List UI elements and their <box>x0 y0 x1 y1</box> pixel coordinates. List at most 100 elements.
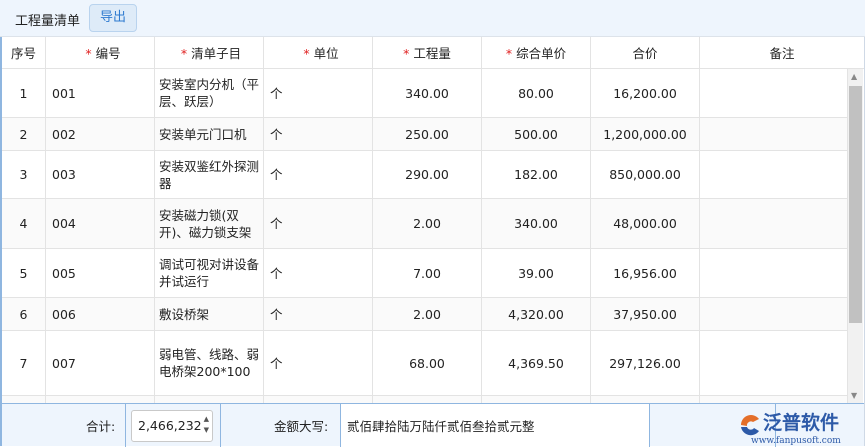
cell-price[interactable]: 182.00 <box>482 151 591 198</box>
cell-item[interactable]: 安装室内分机（平层、跃层） <box>155 69 264 117</box>
cell-unit[interactable]: 个 <box>264 249 373 297</box>
cell-code[interactable] <box>46 396 155 403</box>
table-header: 序号 * 编号 * 清单子目 * 单位 * 工程量 * 综合单价 合价 备注 <box>2 37 864 69</box>
cell-code[interactable]: 004 <box>46 199 155 248</box>
table-body: 1 001 安装室内分机（平层、跃层）个 340.00 80.00 16,200.00 2 0… <box>2 69 848 403</box>
cell-total[interactable]: 48,000.00 <box>591 199 700 248</box>
cell-no[interactable]: 5 <box>2 249 46 297</box>
cell-item[interactable]: 弱电管、线路、弱电桥架200*100 <box>155 331 264 395</box>
cell-code[interactable]: 001 <box>46 69 155 117</box>
cell-code[interactable]: 007 <box>46 331 155 395</box>
cell-price[interactable]: 80.00 <box>482 69 591 117</box>
cell-price[interactable]: 39.00 <box>482 249 591 297</box>
cell-total[interactable]: 850,000.00 <box>591 151 700 198</box>
cell-total[interactable]: 16,956.00 <box>591 249 700 297</box>
svg-text:www.fanpusoft.com: www.fanpusoft.com <box>751 436 841 445</box>
cell-no[interactable]: 1 <box>2 69 46 117</box>
cell-code[interactable]: 005 <box>46 249 155 297</box>
cell-item[interactable]: 敷设桥架 <box>155 298 264 330</box>
spinner-icon[interactable]: ▲ ▼ <box>204 414 209 436</box>
required-star: * <box>180 45 188 61</box>
cell-total[interactable]: 1,200,000.00 <box>591 118 700 150</box>
column-header-5: * 综合单价 <box>482 37 591 69</box>
cell-unit[interactable]: 个 <box>264 118 373 150</box>
vertical-scrollbar[interactable]: ▲ ▼ <box>848 69 863 403</box>
cell-unit[interactable]: 个 <box>264 151 373 198</box>
cell-code[interactable]: 002 <box>46 118 155 150</box>
cell-qty[interactable]: 2.00 <box>373 298 482 330</box>
uppercase-amount-field: 贰佰肆拾陆万陆仟贰佰叁拾贰元整 <box>341 404 649 447</box>
cell-price[interactable]: 500.00 <box>482 118 591 150</box>
column-header-label: 清单子目 <box>191 45 242 61</box>
table-row[interactable]: 4 004 安装磁力锁(双开)、磁力锁支架个 2.00 340.00 48,000.00 <box>2 199 848 249</box>
cell-unit[interactable]: 个 <box>264 69 373 117</box>
cell-no[interactable]: 2 <box>2 118 46 150</box>
column-header-3: * 单位 <box>264 37 373 69</box>
required-star: * <box>303 45 310 61</box>
cell-qty[interactable]: 250.00 <box>373 118 482 150</box>
column-header-label: 备注 <box>769 45 795 61</box>
column-header-label: 综合单价 <box>516 45 567 61</box>
table-row[interactable]: 2 002 安装单元门口机个 250.00 500.00 1,200,000.00 <box>2 118 848 151</box>
scroll-down-icon[interactable]: ▼ <box>851 391 857 400</box>
panel-title: 工程量清单 <box>15 14 81 29</box>
column-header-0: 序号 <box>2 37 46 69</box>
cell-price[interactable]: 4,369.50 <box>482 331 591 395</box>
cell-price[interactable]: 340.00 <box>482 199 591 248</box>
total-label: 合计: <box>86 419 116 434</box>
cell-no[interactable] <box>2 396 46 403</box>
cell-price[interactable]: 4,320.00 <box>482 298 591 330</box>
table-row[interactable]: 3 003 安装双鉴红外探测器个 290.00 182.00 850,000.00 <box>2 151 848 199</box>
table-row[interactable] <box>2 396 848 403</box>
required-star: * <box>85 45 92 61</box>
export-button[interactable]: 导出 <box>89 4 137 32</box>
cell-total[interactable]: 297,126.00 <box>591 331 700 395</box>
toolbar: 工程量清单 导出 <box>0 0 865 37</box>
table-row[interactable]: 6 006 敷设桥架个 2.00 4,320.00 37,950.00 <box>2 298 848 331</box>
total-input[interactable]: 2,466,232 ▲ ▼ <box>131 410 213 442</box>
cell-item[interactable]: 安装双鉴红外探测器 <box>155 151 264 198</box>
cell-unit[interactable]: 个 <box>264 298 373 330</box>
svg-text:泛普软件: 泛普软件 <box>763 411 839 434</box>
cell-qty[interactable]: 68.00 <box>373 331 482 395</box>
cell-qty[interactable]: 290.00 <box>373 151 482 198</box>
column-header-label: 工程量 <box>413 45 451 61</box>
cell-note[interactable] <box>700 199 848 248</box>
cell-no[interactable]: 7 <box>2 331 46 395</box>
cell-total[interactable]: 16,200.00 <box>591 69 700 117</box>
cell-qty[interactable] <box>373 396 482 403</box>
cell-no[interactable]: 6 <box>2 298 46 330</box>
cell-unit[interactable] <box>264 396 373 403</box>
cell-note[interactable] <box>700 331 848 395</box>
cell-item[interactable]: 调试可视对讲设备并试运行 <box>155 249 264 297</box>
cell-no[interactable]: 3 <box>2 151 46 198</box>
cell-note[interactable] <box>700 249 848 297</box>
column-header-7: 备注 <box>700 37 864 69</box>
cell-qty[interactable]: 340.00 <box>373 69 482 117</box>
cell-total[interactable]: 37,950.00 <box>591 298 700 330</box>
cell-note[interactable] <box>700 298 848 330</box>
table-row[interactable]: 5 005 调试可视对讲设备并试运行个 7.00 39.00 16,956.00 <box>2 249 848 298</box>
column-header-1: * 编号 <box>46 37 155 69</box>
scroll-up-icon[interactable]: ▲ <box>851 72 857 81</box>
cell-total[interactable] <box>591 396 700 403</box>
cell-item[interactable]: 安装磁力锁(双开)、磁力锁支架 <box>155 199 264 248</box>
scrollbar-thumb[interactable] <box>849 86 862 323</box>
cell-no[interactable]: 4 <box>2 199 46 248</box>
cell-note[interactable] <box>700 118 848 150</box>
required-star: * <box>403 45 410 61</box>
cell-price[interactable] <box>482 396 591 403</box>
cell-unit[interactable]: 个 <box>264 199 373 248</box>
total-value: 2,466,232 <box>138 418 202 433</box>
cell-qty[interactable]: 7.00 <box>373 249 482 297</box>
table-row[interactable]: 1 001 安装室内分机（平层、跃层）个 340.00 80.00 16,200.00 <box>2 69 848 118</box>
cell-item[interactable] <box>155 396 264 403</box>
cell-code[interactable]: 003 <box>46 151 155 198</box>
cell-item[interactable]: 安装单元门口机 <box>155 118 264 150</box>
cell-qty[interactable]: 2.00 <box>373 199 482 248</box>
cell-note[interactable] <box>700 69 848 117</box>
cell-code[interactable]: 006 <box>46 298 155 330</box>
cell-note[interactable] <box>700 151 848 198</box>
table-row[interactable]: 7 007 弱电管、线路、弱电桥架200*100 个 68.00 4,369.50 297,… <box>2 331 848 396</box>
cell-unit[interactable]: 个 <box>264 331 373 395</box>
